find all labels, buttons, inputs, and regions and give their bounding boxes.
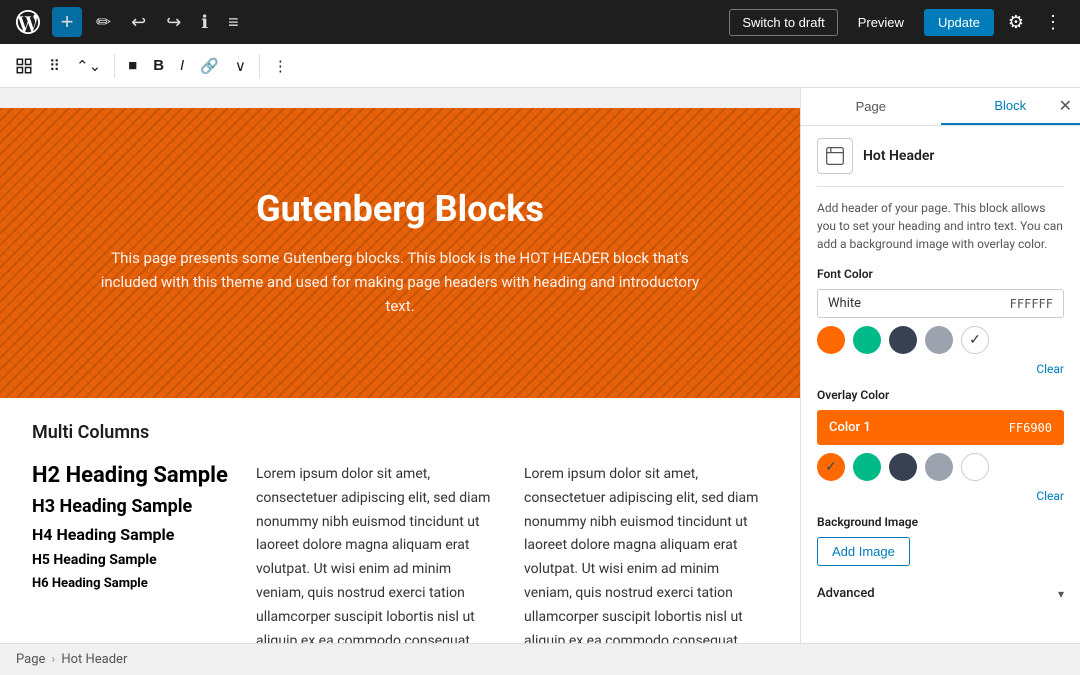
undo-button[interactable]: ↩: [125, 8, 152, 37]
right-sidebar: Page Block ✕ Hot Header Add header of yo…: [800, 88, 1080, 643]
header-subtitle: This page presents some Gutenberg blocks…: [100, 246, 700, 318]
h6-heading: H6 Heading Sample: [32, 576, 232, 591]
block-icon: [817, 138, 853, 174]
swatch-gray[interactable]: [925, 326, 953, 354]
sidebar-body: Hot Header Add header of your page. This…: [801, 126, 1080, 643]
main-area: Gutenberg Blocks This page presents some…: [0, 88, 1080, 643]
lorem-text-3: Lorem ipsum dolor sit amet, consectetuer…: [524, 463, 768, 643]
columns-layout: H2 Heading Sample H3 Heading Sample H4 H…: [32, 463, 768, 643]
swatch-white[interactable]: [961, 326, 989, 354]
overlay-color-swatches: ✓: [817, 453, 1064, 481]
overlay-color-label: Overlay Color: [817, 388, 1064, 402]
overlay-color-name: Color 1: [829, 420, 1009, 435]
update-button[interactable]: Update: [924, 9, 994, 36]
h3-heading: H3 Heading Sample: [32, 496, 232, 517]
font-color-input-row[interactable]: White FFFFFF: [817, 289, 1064, 318]
add-block-button[interactable]: +: [52, 7, 82, 37]
tab-page[interactable]: Page: [801, 88, 941, 125]
settings-button[interactable]: ⚙: [1002, 8, 1030, 37]
h5-heading: H5 Heading Sample: [32, 552, 232, 568]
section-title: Multi Columns: [32, 422, 768, 443]
page-content: Multi Columns H2 Heading Sample H3 Headi…: [0, 398, 800, 643]
overlay-swatch-white[interactable]: [961, 453, 989, 481]
more-block-options-button[interactable]: ⋮: [266, 52, 295, 80]
bold-button[interactable]: B: [146, 52, 171, 79]
column-headings: H2 Heading Sample H3 Heading Sample H4 H…: [32, 463, 232, 643]
column-text-2: Lorem ipsum dolor sit amet, consectetuer…: [524, 463, 768, 643]
breadcrumb-bar: Page › Hot Header: [0, 643, 1080, 675]
sidebar-close-button[interactable]: ✕: [1059, 96, 1072, 116]
swatch-orange[interactable]: [817, 326, 845, 354]
font-color-name: White: [828, 296, 1010, 311]
sidebar-tabs: Page Block ✕: [801, 88, 1080, 126]
advanced-row[interactable]: Advanced ▾: [817, 578, 1064, 609]
italic-button[interactable]: I: [173, 52, 191, 79]
redo-button[interactable]: ↪: [160, 8, 187, 37]
overlay-swatch-green[interactable]: [853, 453, 881, 481]
switch-to-draft-button[interactable]: Switch to draft: [729, 9, 837, 36]
more-rich-text-button[interactable]: ∨: [228, 52, 253, 80]
more-options-button[interactable]: ⋮: [1038, 8, 1068, 37]
column-text-1: Lorem ipsum dolor sit amet, consectetuer…: [256, 463, 500, 643]
overlay-swatch-gray[interactable]: [925, 453, 953, 481]
background-image-label: Background Image: [817, 515, 1064, 529]
block-description: Add header of your page. This block allo…: [817, 199, 1064, 253]
swatch-green[interactable]: [853, 326, 881, 354]
block-type-button[interactable]: [8, 52, 40, 80]
breadcrumb-separator: ›: [51, 652, 55, 667]
overlay-swatch-orange[interactable]: ✓: [817, 453, 845, 481]
breadcrumb-hot-header[interactable]: Hot Header: [61, 652, 127, 667]
font-color-hex: FFFFFF: [1010, 297, 1053, 311]
font-color-swatches: [817, 326, 1064, 354]
swatch-dark-blue[interactable]: [889, 326, 917, 354]
info-button[interactable]: ℹ: [195, 8, 214, 37]
header-content: Gutenberg Blocks This page presents some…: [100, 188, 700, 318]
wp-logo: [12, 6, 44, 38]
list-view-button[interactable]: ≡: [222, 8, 245, 37]
add-image-button[interactable]: Add Image: [817, 537, 910, 566]
editor-content: Gutenberg Blocks This page presents some…: [0, 108, 800, 643]
link-button[interactable]: 🔗: [193, 52, 226, 80]
font-color-label: Font Color: [817, 267, 1064, 281]
square-button[interactable]: ■: [121, 52, 144, 79]
lorem-text-1: Lorem ipsum dolor sit amet, consectetuer…: [256, 463, 500, 643]
editor-area[interactable]: Gutenberg Blocks This page presents some…: [0, 88, 800, 643]
drag-handle-button[interactable]: ⠿: [42, 52, 67, 80]
hot-header-block[interactable]: Gutenberg Blocks This page presents some…: [0, 108, 800, 398]
tools-button[interactable]: ✏: [90, 8, 117, 37]
overlay-color-clear-link[interactable]: Clear: [817, 489, 1064, 503]
top-bar: + ✏ ↩ ↪ ℹ ≡ Switch to draft Preview Upda…: [0, 0, 1080, 44]
overlay-color-box[interactable]: Color 1 FF6900: [817, 410, 1064, 445]
h4-heading: H4 Heading Sample: [32, 525, 232, 544]
chevron-down-icon: ▾: [1058, 587, 1064, 601]
block-icon-row: Hot Header: [817, 126, 1064, 187]
block-name-label: Hot Header: [863, 148, 934, 164]
font-color-clear-link[interactable]: Clear: [817, 362, 1064, 376]
breadcrumb-page[interactable]: Page: [16, 652, 45, 667]
preview-button[interactable]: Preview: [846, 10, 916, 35]
overlay-color-hex: FF6900: [1009, 421, 1052, 435]
advanced-label: Advanced: [817, 586, 875, 601]
block-toolbar: ⠿ ⌃⌄ ■ B I 🔗 ∨ ⋮: [0, 44, 1080, 88]
move-up-down-button[interactable]: ⌃⌄: [69, 52, 108, 80]
h2-heading: H2 Heading Sample: [32, 463, 232, 488]
overlay-swatch-dark-blue[interactable]: [889, 453, 917, 481]
header-title: Gutenberg Blocks: [100, 188, 700, 230]
